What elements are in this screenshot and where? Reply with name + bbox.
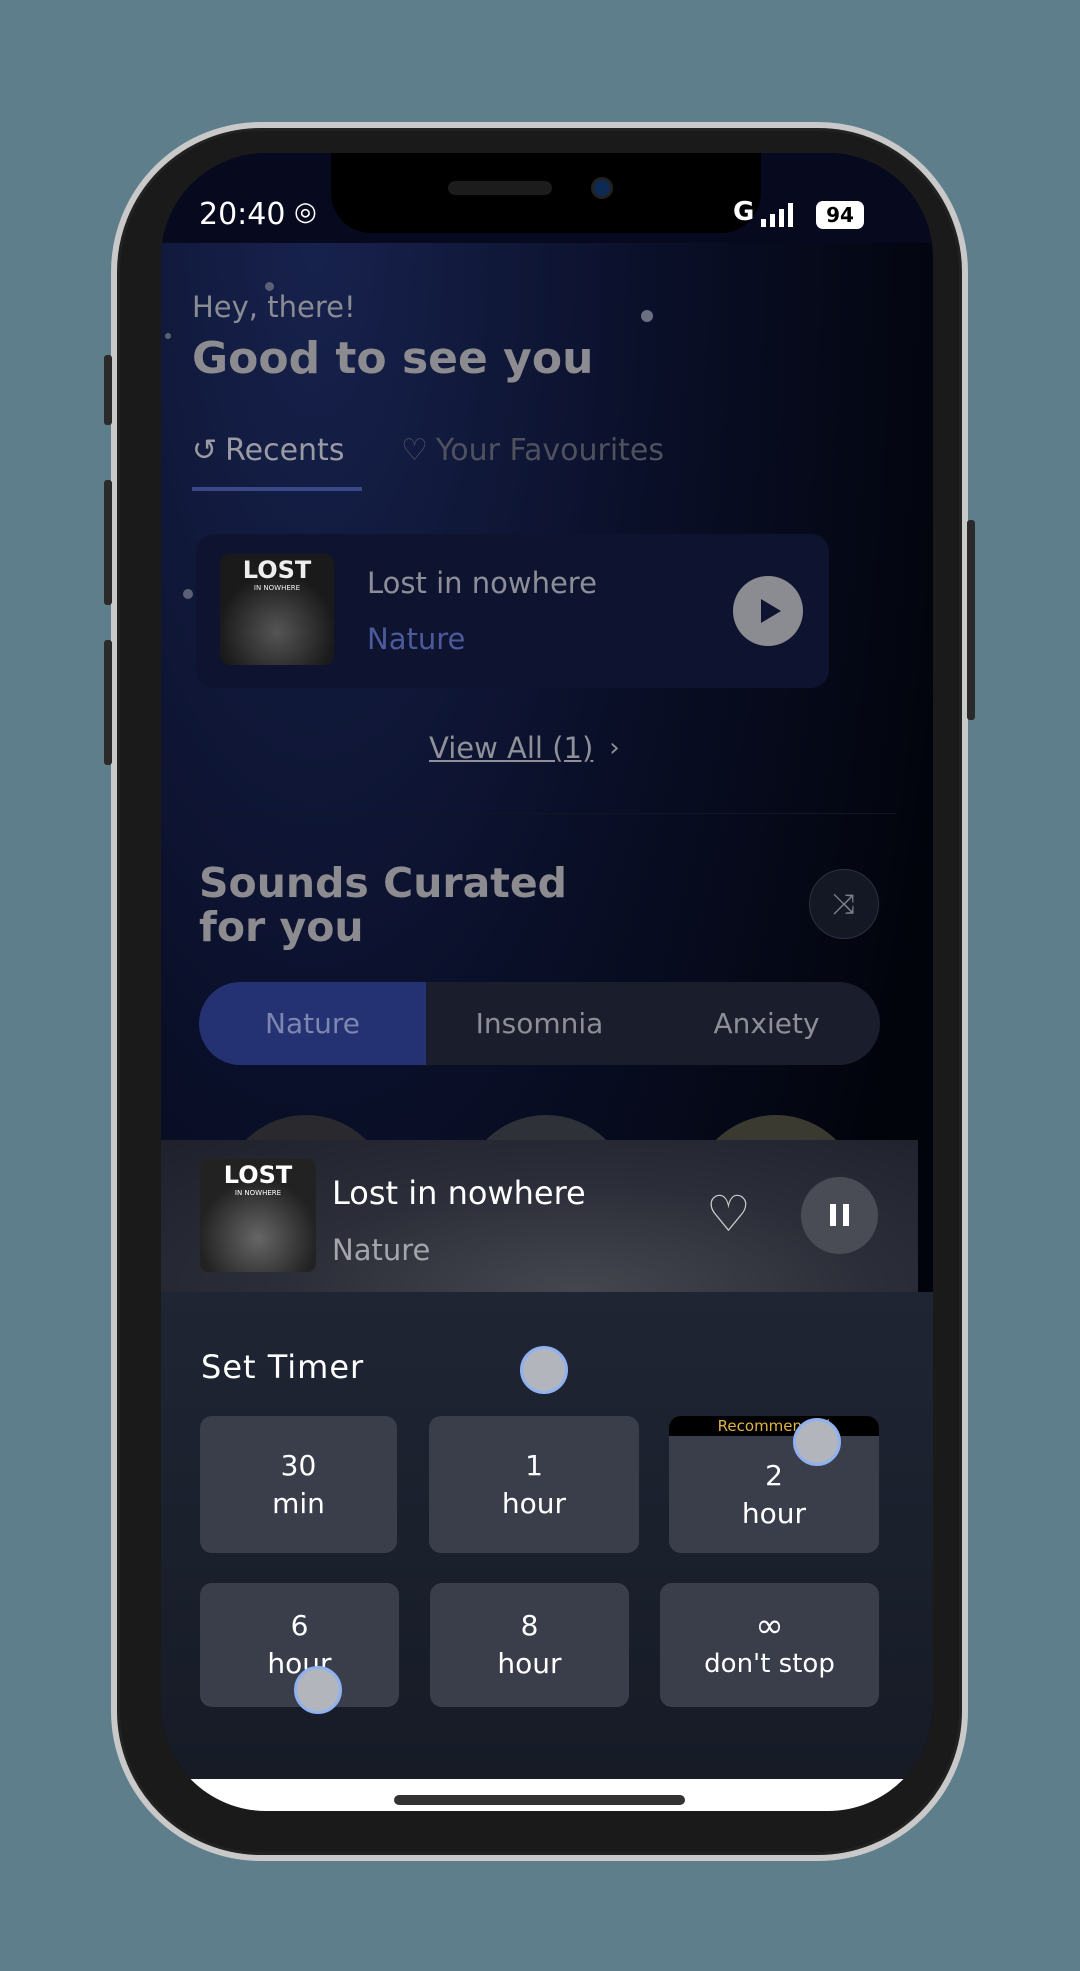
star <box>183 589 193 599</box>
shuffle-icon: ⤨ <box>832 887 856 920</box>
view-all-link[interactable]: View All (1) › <box>429 731 620 765</box>
network-type: G <box>733 197 755 227</box>
segment-nature[interactable]: Nature <box>199 982 426 1065</box>
whatsapp-icon: ◎ <box>294 197 317 227</box>
history-icon: ↺ <box>192 433 218 468</box>
power-button <box>967 520 975 720</box>
tab-label: Recents <box>225 433 345 468</box>
album-art: LOST IN NOWHERE <box>220 554 334 665</box>
star <box>165 333 171 339</box>
tab-recents[interactable]: ↺ Recents <box>192 433 344 468</box>
tab-label: Your Favourites <box>435 433 665 468</box>
segment-anxiety[interactable]: Anxiety <box>653 982 880 1065</box>
play-button[interactable] <box>733 576 803 646</box>
category-segmented-control: Nature Insomnia Anxiety <box>199 982 880 1065</box>
screen: 20:40 ◎ G 94 Hey, there! Good to see you… <box>161 153 933 1811</box>
timer-option-dont-stop[interactable]: ∞ don't stop <box>660 1583 879 1707</box>
touch-indicator <box>520 1346 568 1394</box>
touch-indicator <box>294 1666 342 1714</box>
segment-insomnia[interactable]: Insomnia <box>426 982 653 1065</box>
page-title: Good to see you <box>192 333 594 384</box>
star <box>641 310 653 322</box>
infinity-icon: ∞ <box>755 1606 784 1646</box>
section-title: Sounds Curated for you <box>199 859 568 951</box>
heart-outline-icon: ♡ <box>401 433 428 468</box>
recent-category: Nature <box>367 622 466 656</box>
mute-switch <box>104 355 112 425</box>
mini-player-title: Lost in nowhere <box>332 1174 586 1212</box>
tab-favourites[interactable]: ♡ Your Favourites <box>401 433 664 468</box>
volume-up-button <box>104 480 112 605</box>
timer-option-1-hour[interactable]: 1 hour <box>429 1416 639 1553</box>
signal-icon <box>761 203 793 227</box>
touch-indicator <box>793 1418 841 1466</box>
recent-item-card[interactable]: LOST IN NOWHERE Lost in nowhere Nature <box>196 534 829 688</box>
timer-option-30-min[interactable]: 30 min <box>200 1416 397 1553</box>
status-time: 20:40 <box>199 197 286 232</box>
recommended-badge: Recommended <box>669 1416 879 1436</box>
view-all-label: View All (1) <box>429 731 594 765</box>
timer-title: Set Timer <box>201 1348 365 1386</box>
home-indicator[interactable] <box>394 1795 685 1805</box>
divider <box>196 813 896 814</box>
play-icon <box>761 599 781 623</box>
greeting-small: Hey, there! <box>192 290 356 324</box>
notch <box>331 153 761 233</box>
chevron-right-icon: › <box>609 733 620 763</box>
pause-button[interactable] <box>801 1177 878 1254</box>
active-tab-underline <box>192 487 362 491</box>
recent-title: Lost in nowhere <box>367 566 597 600</box>
mini-player-art: LOST IN NOWHERE <box>200 1159 316 1272</box>
mini-player-category: Nature <box>332 1233 431 1267</box>
mini-player[interactable]: LOST IN NOWHERE Lost in nowhere Nature ♡ <box>161 1140 918 1292</box>
volume-down-button <box>104 640 112 765</box>
battery-indicator: 94 <box>816 201 864 229</box>
timer-option-8-hour[interactable]: 8 hour <box>430 1583 629 1707</box>
timer-option-2-hour[interactable]: Recommended 2 hour <box>669 1416 879 1553</box>
shuffle-button[interactable]: ⤨ <box>809 869 879 939</box>
favourite-heart-button[interactable]: ♡ <box>706 1184 751 1244</box>
